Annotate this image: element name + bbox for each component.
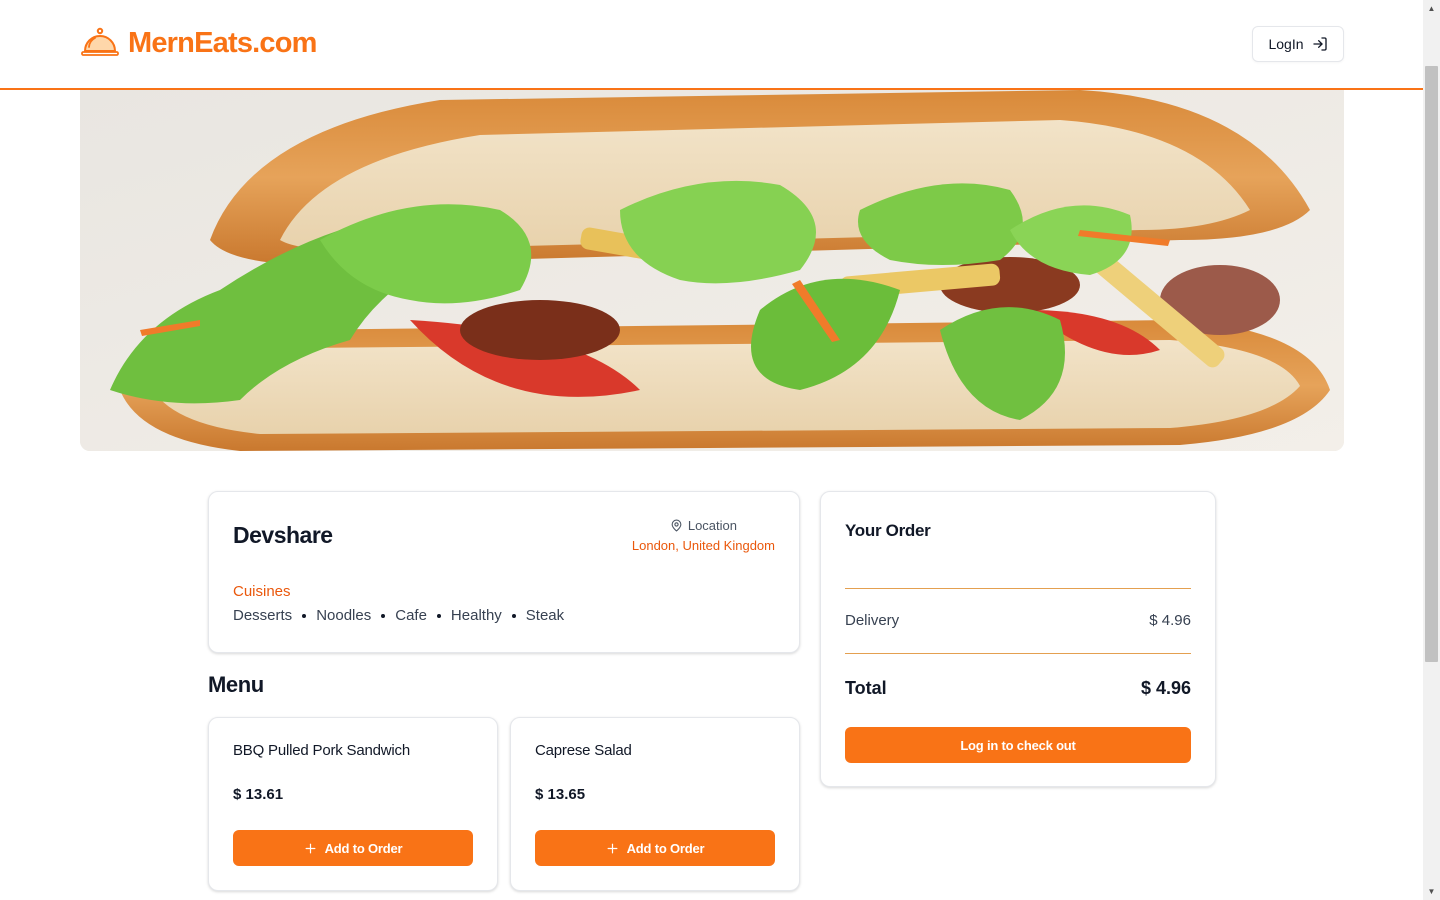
plus-icon [607, 843, 618, 853]
restaurant-name: Devshare [233, 522, 333, 548]
site-header: MernEats.com LogIn [0, 0, 1423, 90]
menu-item-card: BBQ Pulled Pork Sandwich $ 13.61 Add to … [208, 717, 498, 891]
cloche-icon [81, 27, 119, 56]
location-value: London, United Kingdom [631, 538, 775, 553]
hero-image [80, 90, 1344, 451]
login-button[interactable]: LogIn [1252, 26, 1344, 62]
cuisine-item: Noodles [316, 607, 372, 624]
cuisine-separator-dot [302, 613, 307, 618]
add-to-order-label: Add to Order [626, 840, 705, 856]
menu-item-name: BBQ Pulled Pork Sandwich [233, 742, 410, 759]
cuisines-title: Cuisines [233, 583, 291, 600]
page-scrollbar[interactable]: ▲ ▼ [1423, 0, 1440, 900]
plus-icon [305, 843, 316, 853]
add-to-order-button[interactable]: Add to Order [535, 830, 775, 866]
add-to-order-button[interactable]: Add to Order [233, 830, 473, 866]
location-label: Location [687, 518, 737, 533]
login-label: LogIn [1268, 36, 1304, 52]
scroll-thumb[interactable] [1425, 66, 1438, 662]
log-in-icon [1312, 37, 1327, 51]
map-pin-icon [671, 519, 682, 532]
scroll-up-arrow-icon[interactable]: ▲ [1423, 0, 1440, 17]
menu-item-price: $ 13.61 [233, 786, 284, 803]
login-to-checkout-button[interactable]: Log in to check out [845, 727, 1191, 763]
cuisine-item: Healthy [450, 607, 502, 624]
scroll-down-arrow-icon[interactable]: ▼ [1423, 883, 1440, 900]
order-title: Your Order [845, 521, 931, 540]
cuisine-item: Desserts [233, 607, 293, 624]
restaurant-info-card: Devshare Location London, United Kingdom… [208, 491, 800, 653]
menu-item-card: Caprese Salad $ 13.65 Add to Order [510, 717, 800, 891]
total-value: $ 4.96 [1140, 678, 1191, 698]
menu-item-name: Caprese Salad [535, 742, 632, 759]
cuisine-separator-dot [381, 613, 386, 618]
location-block: Location London, United Kingdom [632, 518, 775, 553]
cuisine-separator-dot [511, 613, 516, 618]
menu-title: Menu [208, 672, 264, 697]
cuisines-list: Desserts Noodles Cafe Healthy Steak [233, 607, 564, 624]
cuisine-item: Cafe [395, 607, 427, 624]
menu-item-price: $ 13.65 [535, 786, 586, 803]
delivery-value: $ 4.96 [1149, 612, 1191, 629]
cuisine-item: Steak [525, 607, 565, 624]
add-to-order-label: Add to Order [324, 840, 403, 856]
location-label-row: Location [632, 518, 737, 533]
delivery-label: Delivery [845, 612, 900, 629]
brand-logo-link[interactable]: MernEats.com [80, 26, 317, 60]
total-label: Total [845, 678, 887, 698]
cuisine-separator-dot [436, 613, 441, 618]
order-divider [845, 588, 1191, 589]
brand-name: MernEats.com [128, 26, 317, 59]
sandwich-photo [80, 90, 1344, 451]
order-summary-card: Your Order Delivery $ 4.96 Total $ 4.96 … [820, 491, 1216, 787]
order-divider [845, 653, 1191, 654]
